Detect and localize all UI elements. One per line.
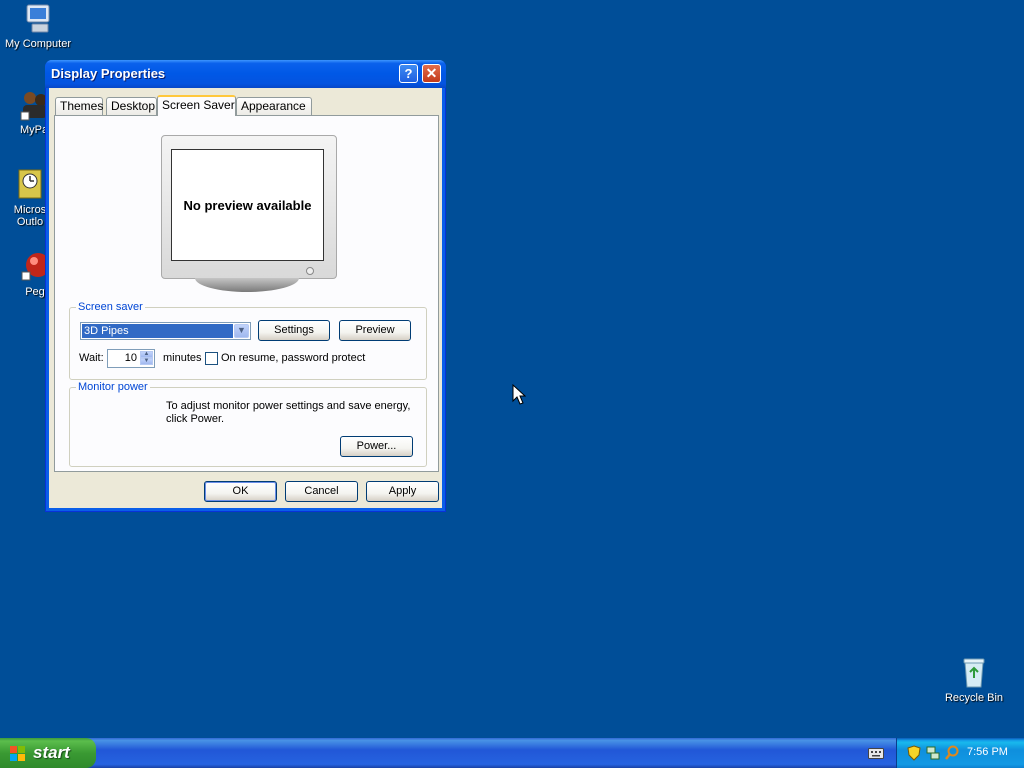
monitor-stand bbox=[195, 278, 299, 292]
computer-icon bbox=[21, 2, 55, 36]
tab-appearance[interactable]: Appearance bbox=[236, 97, 312, 115]
wait-spinner[interactable]: 10 ▲ ▼ bbox=[107, 349, 155, 368]
windows-logo-icon bbox=[10, 746, 25, 761]
tab-screen-saver[interactable]: Screen Saver bbox=[157, 95, 236, 116]
clock[interactable]: 7:56 PM bbox=[967, 746, 1008, 758]
window-title: Display Properties bbox=[51, 66, 166, 81]
close-button[interactable]: ✕ bbox=[422, 64, 441, 83]
outlook-icon bbox=[13, 168, 47, 202]
monitor-power-description: To adjust monitor power settings and sav… bbox=[166, 400, 411, 425]
screen-saver-legend: Screen saver bbox=[76, 301, 145, 313]
apply-button[interactable]: Apply bbox=[366, 481, 439, 502]
screen-saver-panel: No preview available Screen saver 3D Pip… bbox=[54, 115, 439, 472]
monitor-power-group: Monitor power To adjust monitor power se… bbox=[69, 381, 427, 467]
mouse-cursor-icon bbox=[512, 384, 526, 405]
monitor-preview: No preview available bbox=[161, 135, 337, 279]
settings-button[interactable]: Settings bbox=[258, 320, 330, 341]
minutes-label: minutes bbox=[163, 352, 202, 364]
preview-button[interactable]: Preview bbox=[339, 320, 411, 341]
desktop-icon-label: Recycle Bin bbox=[944, 692, 1004, 704]
screen-saver-group: Screen saver 3D Pipes ▼ Settings Preview… bbox=[69, 301, 427, 380]
desktop-icon-label: My Computer bbox=[4, 38, 72, 50]
desktop-icon-recycle-bin[interactable]: Recycle Bin bbox=[934, 656, 1014, 704]
spin-down-icon[interactable]: ▼ bbox=[140, 358, 153, 365]
security-shield-icon[interactable] bbox=[907, 745, 921, 761]
monitor-power-legend: Monitor power bbox=[76, 381, 150, 393]
ok-button[interactable]: OK bbox=[204, 481, 277, 502]
network-icon[interactable] bbox=[926, 745, 940, 761]
search-icon[interactable] bbox=[945, 745, 959, 761]
start-label: start bbox=[33, 743, 70, 762]
title-bar[interactable]: Display Properties ? ✕ bbox=[45, 60, 446, 88]
display-properties-window: Display Properties ? ✕ Themes Desktop Sc… bbox=[45, 60, 446, 512]
help-button[interactable]: ? bbox=[399, 64, 418, 83]
tab-desktop[interactable]: Desktop bbox=[106, 97, 157, 115]
start-button[interactable]: start bbox=[0, 738, 96, 768]
password-protect-checkbox[interactable] bbox=[205, 352, 218, 365]
desktop-icon-my-computer[interactable]: My Computer bbox=[0, 2, 78, 50]
preview-screen: No preview available bbox=[171, 149, 324, 261]
system-tray: 7:56 PM bbox=[896, 738, 1024, 768]
keyboard-icon[interactable] bbox=[868, 748, 884, 759]
wait-label: Wait: bbox=[79, 352, 104, 364]
cancel-button[interactable]: Cancel bbox=[285, 481, 358, 502]
chevron-down-icon[interactable]: ▼ bbox=[234, 324, 249, 338]
wait-value: 10 bbox=[124, 352, 137, 364]
spin-up-icon[interactable]: ▲ bbox=[140, 351, 153, 358]
recycle-bin-icon bbox=[957, 656, 991, 690]
password-protect-label[interactable]: On resume, password protect bbox=[221, 352, 365, 364]
tab-themes[interactable]: Themes bbox=[55, 97, 103, 115]
screen-saver-selected: 3D Pipes bbox=[82, 324, 233, 338]
power-button[interactable]: Power... bbox=[340, 436, 413, 457]
taskbar: start 7:56 PM bbox=[0, 738, 1024, 768]
monitor-power-led-icon bbox=[306, 267, 314, 275]
screen-saver-select[interactable]: 3D Pipes ▼ bbox=[80, 322, 251, 340]
